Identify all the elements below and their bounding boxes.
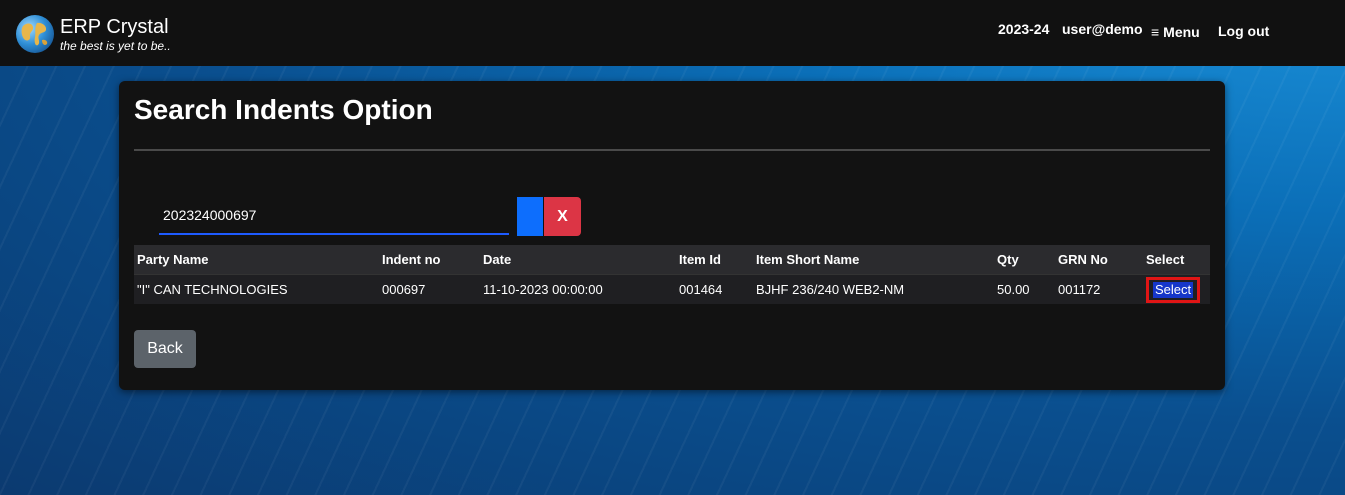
search-button[interactable] bbox=[517, 197, 543, 236]
table-header-row: Party Name Indent no Date Item Id Item S… bbox=[134, 245, 1210, 275]
cell-qty: 50.00 bbox=[994, 274, 1055, 304]
cell-indent-no: 000697 bbox=[379, 274, 480, 304]
hamburger-icon: ≡ bbox=[1151, 24, 1160, 40]
column-header-qty: Qty bbox=[994, 245, 1055, 275]
select-row-link[interactable]: Select bbox=[1153, 281, 1194, 298]
cell-party-name: "I" CAN TECHNOLOGIES bbox=[134, 274, 379, 304]
search-input[interactable] bbox=[159, 197, 509, 235]
clear-search-button[interactable]: X bbox=[544, 197, 581, 236]
cell-date: 11-10-2023 00:00:00 bbox=[480, 274, 676, 304]
logout-link[interactable]: Log out bbox=[1218, 23, 1269, 39]
column-header-item-id: Item Id bbox=[676, 245, 753, 275]
financial-year[interactable]: 2023-24 bbox=[998, 21, 1049, 37]
column-header-date: Date bbox=[480, 245, 676, 275]
cell-grn-no: 001172 bbox=[1055, 274, 1143, 304]
cell-item-short-name: BJHF 236/240 WEB2-NM bbox=[753, 274, 994, 304]
table-row: "I" CAN TECHNOLOGIES 000697 11-10-2023 0… bbox=[134, 274, 1210, 304]
cell-item-id: 001464 bbox=[676, 274, 753, 304]
user-account[interactable]: user@demo bbox=[1062, 21, 1143, 37]
column-header-indent-no: Indent no bbox=[379, 245, 480, 275]
globe-icon[interactable] bbox=[15, 14, 55, 54]
brand-title[interactable]: ERP Crystal bbox=[60, 15, 169, 39]
indents-table: Party Name Indent no Date Item Id Item S… bbox=[134, 245, 1210, 304]
column-header-item-short-name: Item Short Name bbox=[753, 245, 994, 275]
back-button[interactable]: Back bbox=[134, 330, 196, 368]
column-header-party-name: Party Name bbox=[134, 245, 379, 275]
menu-label: Menu bbox=[1163, 24, 1200, 40]
cell-select: Select bbox=[1143, 274, 1210, 304]
search-indents-card: Search Indents Option X Party Name Inden… bbox=[119, 81, 1225, 390]
title-divider bbox=[134, 149, 1210, 151]
top-navbar: ERP Crystal the best is yet to be.. 2023… bbox=[0, 0, 1345, 66]
page-title: Search Indents Option bbox=[134, 94, 433, 125]
menu-button[interactable]: ≡ Menu bbox=[1151, 24, 1200, 40]
column-header-grn-no: GRN No bbox=[1055, 245, 1143, 275]
column-header-select: Select bbox=[1143, 245, 1210, 275]
select-highlight: Select bbox=[1146, 276, 1201, 303]
brand-tagline: the best is yet to be.. bbox=[60, 39, 171, 53]
